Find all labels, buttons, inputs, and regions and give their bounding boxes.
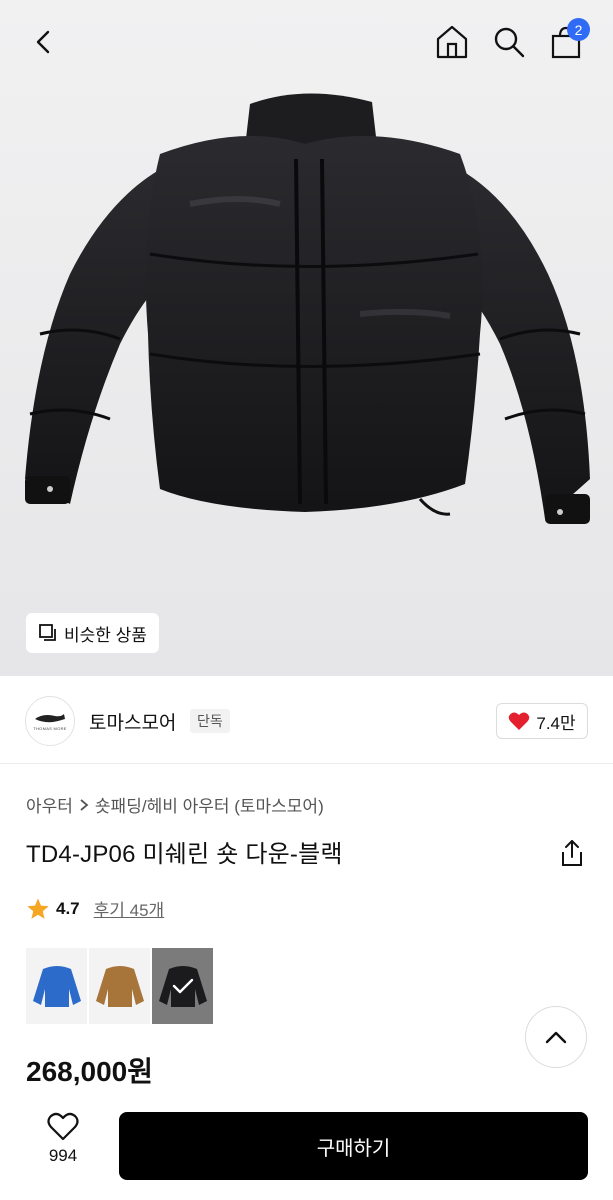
color-options [26,948,213,1024]
brand-like-count: 7.4만 [536,713,576,733]
wishlist-count: 994 [48,1146,78,1165]
search-icon [494,27,525,58]
breadcrumb-item-outer[interactable]: 아우터 [26,792,73,817]
blue-jacket-thumbnail-icon [32,966,81,1007]
brand-avatar-text: THOMAS MORE [33,726,67,731]
exclusive-tag: 단독 [190,709,230,733]
breadcrumb: 아우터 숏패딩/헤비 아우터 (토마스모어) [26,792,324,817]
similar-products-label: 비슷한 상품 [64,625,147,645]
color-option-black[interactable] [152,948,213,1024]
heart-outline-icon [47,1112,79,1141]
buy-button[interactable]: 구매하기 [119,1112,588,1180]
breadcrumb-item-category[interactable]: 숏패딩/헤비 아우터 (토마스모어) [95,792,324,817]
seller-info-row: THOMAS MORE 토마스모어 단독 7.4만 [0,676,613,764]
rating-row: 4.7 후기 45개 [26,896,164,921]
cart-count-badge: 2 [567,18,590,41]
star-icon [27,898,49,919]
selected-check [152,948,213,1024]
chevron-up-icon [545,1031,567,1044]
brand-like-button[interactable]: 7.4만 [496,703,588,739]
home-button[interactable] [430,20,474,64]
product-image-gallery[interactable]: 2 비슷한 상품 [0,0,613,676]
color-option-blue[interactable] [26,948,87,1024]
similar-products-icon [39,624,56,641]
cart-button[interactable]: 2 [544,18,590,64]
search-button[interactable] [487,20,531,64]
brown-jacket-thumbnail-icon [95,966,144,1007]
share-button[interactable] [555,836,589,870]
brand-name[interactable]: 토마스모어 [89,708,176,735]
wishlist-button[interactable]: 994 [30,1112,96,1178]
chevron-right-icon [80,798,89,811]
color-option-brown[interactable] [89,948,150,1024]
chevron-left-icon [36,30,50,54]
whale-logo-icon [35,714,65,723]
review-count-link[interactable]: 후기 45개 [94,896,165,921]
share-icon [562,840,582,866]
top-navigation-bar: 2 [0,0,613,84]
similar-products-button[interactable]: 비슷한 상품 [26,613,159,653]
heart-filled-icon [509,712,530,730]
brand-avatar[interactable]: THOMAS MORE [25,696,75,746]
home-icon [436,25,468,59]
bottom-action-bar: 994 구매하기 [0,1100,613,1200]
rating-score: 4.7 [56,898,80,918]
product-price: 268,000원 [26,1056,153,1087]
scroll-to-top-button[interactable] [525,1006,587,1068]
product-title: TD4-JP06 미쉐린 숏 다운-블랙 [26,841,343,868]
product-image-black-puffer-jacket [25,93,590,524]
check-icon [172,978,193,994]
back-button[interactable] [22,20,66,64]
